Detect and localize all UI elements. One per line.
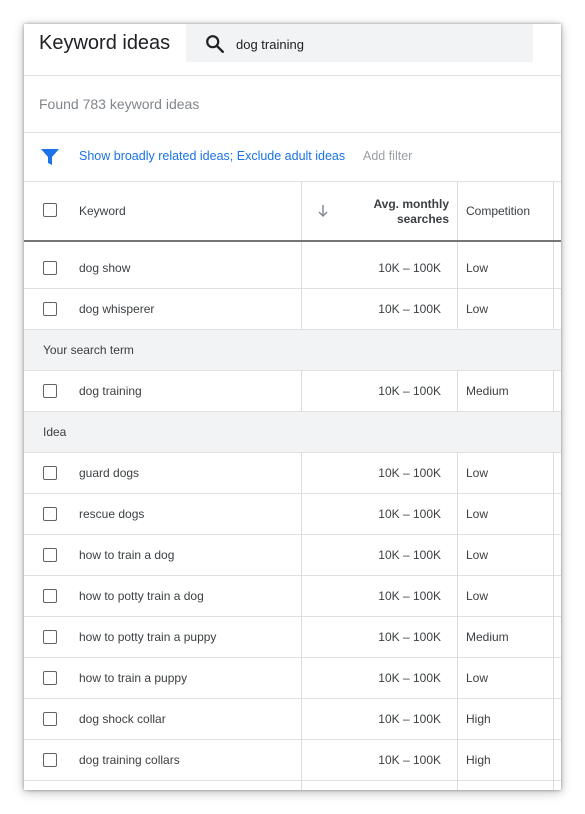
keyword-cell: how to potty train a dog xyxy=(79,589,204,603)
competition-cell: High xyxy=(466,712,491,726)
search-icon[interactable] xyxy=(204,33,226,55)
keyword-cell: how to train a puppy xyxy=(79,671,188,685)
column-divider xyxy=(301,182,302,240)
table-row[interactable]: dog training 10K – 100K Medium xyxy=(24,371,561,412)
table-row[interactable]: dog shock collar 10K – 100K High xyxy=(24,699,561,740)
group-header-idea: Idea xyxy=(24,412,561,453)
active-filter-link[interactable]: Show broadly related ideas; Exclude adul… xyxy=(79,149,345,163)
competition-cell: Medium xyxy=(466,630,509,644)
volume-cell: 10K – 100K xyxy=(378,302,441,316)
competition-cell: Low xyxy=(466,302,489,316)
volume-cell: 10K – 100K xyxy=(378,753,441,767)
row-checkbox[interactable] xyxy=(43,712,57,726)
keyword-ideas-panel: Keyword ideas dog training Found 783 key… xyxy=(24,24,561,790)
row-checkbox[interactable] xyxy=(43,261,57,275)
row-checkbox[interactable] xyxy=(43,507,57,521)
keyword-cell: rescue dogs xyxy=(79,507,145,521)
volume-cell: 10K – 100K xyxy=(378,630,441,644)
volume-cell: 10K – 100K xyxy=(378,712,441,726)
column-divider xyxy=(553,781,554,790)
table-header: Keyword Avg. monthly searches Competitio… xyxy=(24,182,561,240)
table-row[interactable]: guard dogs 10K – 100K Low xyxy=(24,453,561,494)
column-header-avg-monthly-line2: searches xyxy=(396,212,449,226)
volume-cell: 10K – 100K xyxy=(378,384,441,398)
group-label: Idea xyxy=(43,425,67,439)
column-header-competition[interactable]: Competition xyxy=(466,204,530,218)
competition-cell: Medium xyxy=(466,384,509,398)
table-row[interactable]: how to train a dog 10K – 100K Low xyxy=(24,535,561,576)
row-checkbox[interactable] xyxy=(43,384,57,398)
table-row[interactable]: how to potty train a puppy 10K – 100K Me… xyxy=(24,617,561,658)
search-input[interactable]: dog training xyxy=(236,37,304,52)
group-label: Your search term xyxy=(43,343,134,357)
keyword-cell: dog training xyxy=(79,384,142,398)
row-checkbox[interactable] xyxy=(43,753,57,767)
row-checkbox[interactable] xyxy=(43,589,57,603)
column-header-avg-monthly-line1: Avg. monthly xyxy=(373,197,449,211)
results-count: Found 783 keyword ideas xyxy=(39,96,200,112)
sort-arrow-down-icon[interactable] xyxy=(316,203,330,219)
keyword-cell: dog training collars xyxy=(79,753,180,767)
competition-cell: Low xyxy=(466,548,489,562)
row-checkbox[interactable] xyxy=(43,302,57,316)
volume-cell: 10K – 100K xyxy=(378,466,441,480)
add-filter-button[interactable]: Add filter xyxy=(363,149,412,163)
column-header-avg-monthly-searches[interactable]: Avg. monthly searches xyxy=(373,197,449,227)
row-checkbox[interactable] xyxy=(43,548,57,562)
divider xyxy=(24,75,561,76)
table-row[interactable]: dog show 10K – 100K Low xyxy=(24,248,561,289)
keyword-cell: dog show xyxy=(79,261,131,275)
table-row[interactable]: how to train a puppy 10K – 100K Low xyxy=(24,658,561,699)
search-box[interactable]: dog training xyxy=(186,24,533,62)
column-divider xyxy=(301,781,302,790)
select-all-checkbox[interactable] xyxy=(43,203,57,217)
competition-cell: Low xyxy=(466,671,489,685)
table-row[interactable]: how to potty train a dog 10K – 100K Low xyxy=(24,576,561,617)
row-checkbox[interactable] xyxy=(43,630,57,644)
competition-cell: Low xyxy=(466,466,489,480)
keyword-cell: guard dogs xyxy=(79,466,140,480)
volume-cell: 10K – 100K xyxy=(378,507,441,521)
column-divider xyxy=(457,781,458,790)
competition-cell: High xyxy=(466,753,491,767)
group-header-search-term: Your search term xyxy=(24,330,561,371)
keyword-cell: dog shock collar xyxy=(79,712,166,726)
volume-cell: 10K – 100K xyxy=(378,671,441,685)
column-divider xyxy=(457,182,458,240)
volume-cell: 10K – 100K xyxy=(378,589,441,603)
row-checkbox[interactable] xyxy=(43,466,57,480)
table-row[interactable]: dog training collars 10K – 100K High xyxy=(24,740,561,781)
competition-cell: Low xyxy=(466,589,489,603)
column-divider xyxy=(553,182,554,240)
keyword-cell: how to potty train a puppy xyxy=(79,630,217,644)
column-header-keyword[interactable]: Keyword xyxy=(79,204,126,218)
divider xyxy=(24,132,561,133)
keyword-cell: dog whisperer xyxy=(79,302,155,316)
page-title: Keyword ideas xyxy=(39,32,171,54)
table-row[interactable]: dog whisperer 10K – 100K Low xyxy=(24,289,561,330)
volume-cell: 10K – 100K xyxy=(378,261,441,275)
competition-cell: Low xyxy=(466,507,489,521)
volume-cell: 10K – 100K xyxy=(378,548,441,562)
competition-cell: Low xyxy=(466,261,489,275)
filter-icon[interactable] xyxy=(40,148,60,166)
keyword-cell: how to train a dog xyxy=(79,548,175,562)
table-row[interactable]: rescue dogs 10K – 100K Low xyxy=(24,494,561,535)
row-checkbox[interactable] xyxy=(43,671,57,685)
